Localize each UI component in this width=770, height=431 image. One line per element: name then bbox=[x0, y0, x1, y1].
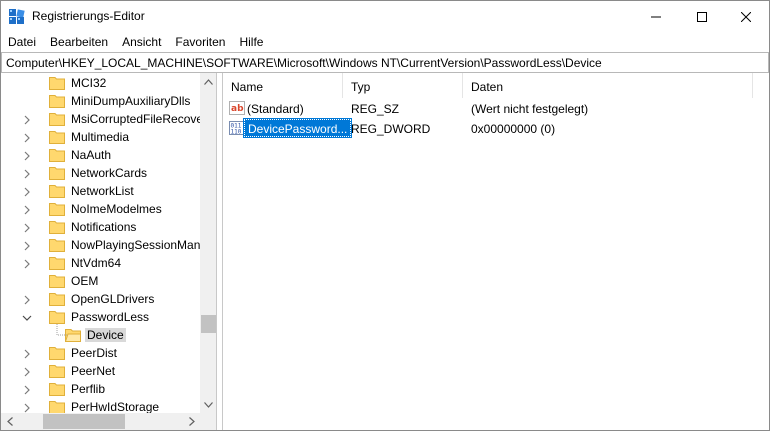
value-row[interactable]: ab (Standard) REG_SZ (Wert nicht festgel… bbox=[223, 98, 770, 118]
scroll-up-button[interactable] bbox=[200, 73, 216, 90]
scroll-corner bbox=[200, 413, 216, 430]
horizontal-scroll-thumb[interactable] bbox=[43, 414, 125, 429]
registry-editor-window: Registrierungs-Editor Datei Bearbeiten A… bbox=[0, 0, 770, 431]
menu-favorites[interactable]: Favoriten bbox=[168, 32, 232, 52]
svg-text:ab: ab bbox=[231, 104, 244, 114]
close-button[interactable] bbox=[723, 1, 769, 32]
binary-value-icon: 011 110 bbox=[229, 121, 245, 136]
key-tree-pane: MCI32 MiniDumpAuxiliaryDlls MsiCorruptedFi… bbox=[1, 73, 217, 430]
tree-connector-lines bbox=[56, 324, 67, 336]
value-name: DevicePassword... bbox=[242, 118, 353, 138]
maximize-icon bbox=[697, 11, 707, 22]
column-header-name[interactable]: Name bbox=[223, 73, 343, 98]
window-title: Registrierungs-Editor bbox=[32, 9, 145, 23]
value-type: REG_DWORD bbox=[351, 122, 431, 136]
vertical-scroll-thumb[interactable] bbox=[201, 315, 216, 333]
values-pane: Name Typ Daten ab (Standard) REG_SZ (Wer… bbox=[222, 73, 769, 430]
value-row-selected[interactable]: 011 110 DevicePassword... REG_DWORD 0x00… bbox=[223, 118, 770, 138]
close-icon bbox=[741, 11, 751, 22]
menu-edit[interactable]: Bearbeiten bbox=[43, 32, 115, 52]
title-bar[interactable]: Registrierungs-Editor bbox=[1, 1, 769, 32]
tree-horizontal-scrollbar[interactable] bbox=[1, 413, 200, 430]
scroll-right-button[interactable] bbox=[183, 413, 200, 430]
chevron-right-icon bbox=[188, 417, 195, 426]
column-header-type[interactable]: Typ bbox=[343, 73, 463, 98]
value-name: (Standard) bbox=[247, 102, 304, 116]
value-data: (Wert nicht festgelegt) bbox=[471, 102, 589, 116]
scroll-down-button[interactable] bbox=[200, 396, 216, 413]
scroll-left-button[interactable] bbox=[1, 413, 18, 430]
value-type: REG_SZ bbox=[351, 102, 400, 116]
key-tree[interactable]: MCI32 MiniDumpAuxiliaryDlls MsiCorruptedFi… bbox=[1, 73, 201, 413]
menu-view[interactable]: Ansicht bbox=[115, 32, 168, 52]
minimize-button[interactable] bbox=[633, 1, 679, 32]
address-bar[interactable]: Computer\HKEY_LOCAL_MACHINE\SOFTWARE\Mic… bbox=[1, 52, 769, 73]
minimize-icon bbox=[651, 16, 661, 17]
value-data: 0x00000000 (0) bbox=[471, 122, 556, 136]
menu-bar: Datei Bearbeiten Ansicht Favoriten Hilfe bbox=[1, 32, 769, 52]
svg-text:110: 110 bbox=[231, 129, 242, 136]
string-value-icon: ab bbox=[229, 101, 245, 115]
tree-vertical-scrollbar[interactable] bbox=[200, 73, 216, 413]
chevron-left-icon bbox=[6, 417, 13, 426]
maximize-button[interactable] bbox=[679, 1, 725, 32]
registry-editor-icon bbox=[9, 9, 25, 24]
chevron-down-icon bbox=[204, 401, 213, 408]
column-header-data[interactable]: Daten bbox=[463, 73, 753, 98]
chevron-up-icon bbox=[204, 78, 213, 85]
menu-file[interactable]: Datei bbox=[1, 32, 43, 52]
menu-help[interactable]: Hilfe bbox=[232, 32, 270, 52]
